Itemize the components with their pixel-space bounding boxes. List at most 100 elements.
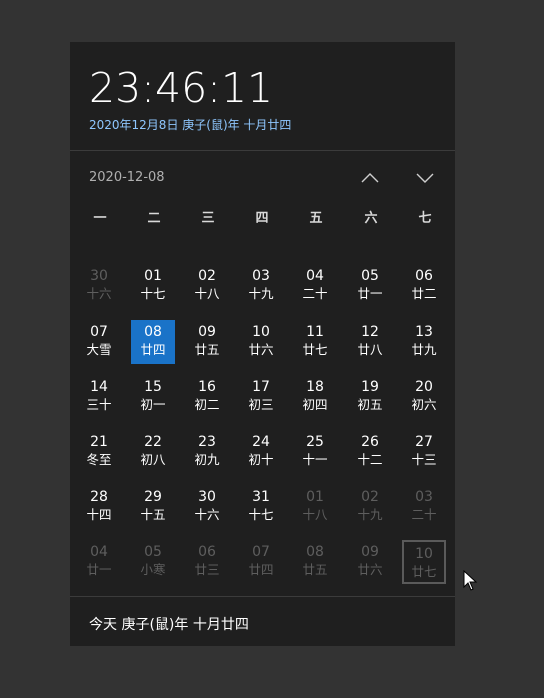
lunar-date: 初四 [302,397,328,412]
lunar-date: 大雪 [86,342,112,357]
day-cell[interactable]: 05 小寒 [131,540,175,584]
day-cell[interactable]: 21 冬至 [77,430,121,474]
day-number: 16 [198,379,216,395]
day-cell[interactable]: 27 十三 [402,430,446,474]
day-number: 29 [144,489,162,505]
day-number: 09 [198,324,216,340]
today-lunar-text[interactable]: 今天 庚子(鼠)年 十月廿四 [89,614,249,634]
day-number: 05 [144,544,162,560]
lunar-date: 十七 [140,286,166,301]
weekday-label: 五 [309,211,323,226]
day-cell[interactable]: 14 三十 [77,375,121,419]
day-number: 07 [90,324,108,340]
day-cell[interactable]: 25 十一 [293,430,337,474]
day-cell[interactable]: 02 十九 [348,485,392,529]
lunar-date: 小寒 [140,562,166,577]
day-number: 11 [306,324,324,340]
day-cell[interactable]: 06 廿二 [402,264,446,308]
day-number: 21 [90,434,108,450]
day-cell[interactable]: 03 二十 [402,485,446,529]
day-number: 17 [252,379,270,395]
day-cell[interactable]: 28 十四 [77,485,121,529]
day-cell[interactable]: 17 初三 [239,375,283,419]
lunar-date: 二十 [302,286,328,301]
day-cell[interactable]: 03 十九 [239,264,283,308]
day-cell[interactable]: 04 二十 [293,264,337,308]
clock-header: 23:46:11 2020年12月8日 庚子(鼠)年 十月廿四 [70,42,455,150]
next-month-button[interactable] [407,162,443,194]
day-number: 26 [361,434,379,450]
day-number: 03 [252,268,270,284]
weekday-label: 一 [93,211,107,226]
day-number: 02 [198,268,216,284]
weekday-label: 三 [201,211,215,226]
day-number: 13 [415,324,433,340]
day-cell[interactable]: 15 初一 [131,375,175,419]
day-cell[interactable]: 11 廿七 [293,320,337,364]
day-cell[interactable]: 16 初二 [185,375,229,419]
weekday-label: 二 [147,211,161,226]
lunar-date: 初八 [140,452,166,467]
day-cell[interactable]: 09 廿五 [185,320,229,364]
day-cell[interactable]: 07 廿四 [239,540,283,584]
day-cell[interactable]: 07 大雪 [77,320,121,364]
weekday-label: 四 [255,211,269,226]
lunar-date: 十八 [302,507,328,522]
day-cell[interactable]: 01 十七 [131,264,175,308]
day-cell[interactable]: 05 廿一 [348,264,392,308]
day-number: 08 [144,324,162,340]
day-cell[interactable]: 29 十五 [131,485,175,529]
lunar-date: 廿七 [411,564,437,579]
month-label[interactable]: 2020-12-08 [89,170,165,185]
day-cell[interactable]: 12 廿八 [348,320,392,364]
day-number: 10 [252,324,270,340]
day-cell[interactable]: 10 廿六 [239,320,283,364]
previous-month-button[interactable] [352,162,388,194]
day-cell[interactable]: 26 十二 [348,430,392,474]
day-cell[interactable]: 08 廿五 [293,540,337,584]
lunar-date: 廿二 [411,286,437,301]
day-number: 10 [415,546,433,562]
clock-time: 23:46:11 [89,64,274,112]
day-number: 25 [306,434,324,450]
day-cell[interactable]: 09 廿六 [348,540,392,584]
day-number: 01 [144,268,162,284]
day-number: 04 [90,544,108,560]
day-cell[interactable]: 01 十八 [293,485,337,529]
divider [70,150,455,151]
lunar-date: 廿六 [248,342,274,357]
month-header: 2020-12-08 [70,160,455,196]
day-number: 30 [198,489,216,505]
day-cell[interactable]: 06 廿三 [185,540,229,584]
lunar-date: 初六 [411,397,437,412]
day-number: 14 [90,379,108,395]
weekday-label: 六 [364,211,378,226]
day-cell[interactable]: 02 十八 [185,264,229,308]
day-cell[interactable]: 30 十六 [185,485,229,529]
day-cell[interactable]: 20 初六 [402,375,446,419]
full-date-link[interactable]: 2020年12月8日 庚子(鼠)年 十月廿四 [89,116,291,133]
lunar-date: 十八 [194,286,220,301]
day-cell[interactable]: 31 十七 [239,485,283,529]
day-cell[interactable]: 18 初四 [293,375,337,419]
lunar-date: 廿九 [411,342,437,357]
lunar-date: 十二 [357,452,383,467]
day-number: 28 [90,489,108,505]
day-number: 09 [361,544,379,560]
day-cell[interactable]: 10 廿七 [402,540,446,584]
lunar-date: 廿一 [86,562,112,577]
lunar-date: 十六 [86,286,112,301]
day-cell[interactable]: 22 初八 [131,430,175,474]
day-cell[interactable]: 23 初九 [185,430,229,474]
calendar-flyout: 23:46:11 2020年12月8日 庚子(鼠)年 十月廿四 2020-12-… [70,42,455,646]
day-cell[interactable]: 13 廿九 [402,320,446,364]
day-cell[interactable]: 30 十六 [77,264,121,308]
footer: 今天 庚子(鼠)年 十月廿四 [70,597,455,646]
day-cell[interactable]: 19 初五 [348,375,392,419]
day-number: 27 [415,434,433,450]
weekday-header-row: 一 二 三 四 五 六 七 [70,207,455,231]
day-number: 31 [252,489,270,505]
day-cell[interactable]: 24 初十 [239,430,283,474]
day-cell-today[interactable]: 08 廿四 [131,320,175,364]
day-cell[interactable]: 04 廿一 [77,540,121,584]
